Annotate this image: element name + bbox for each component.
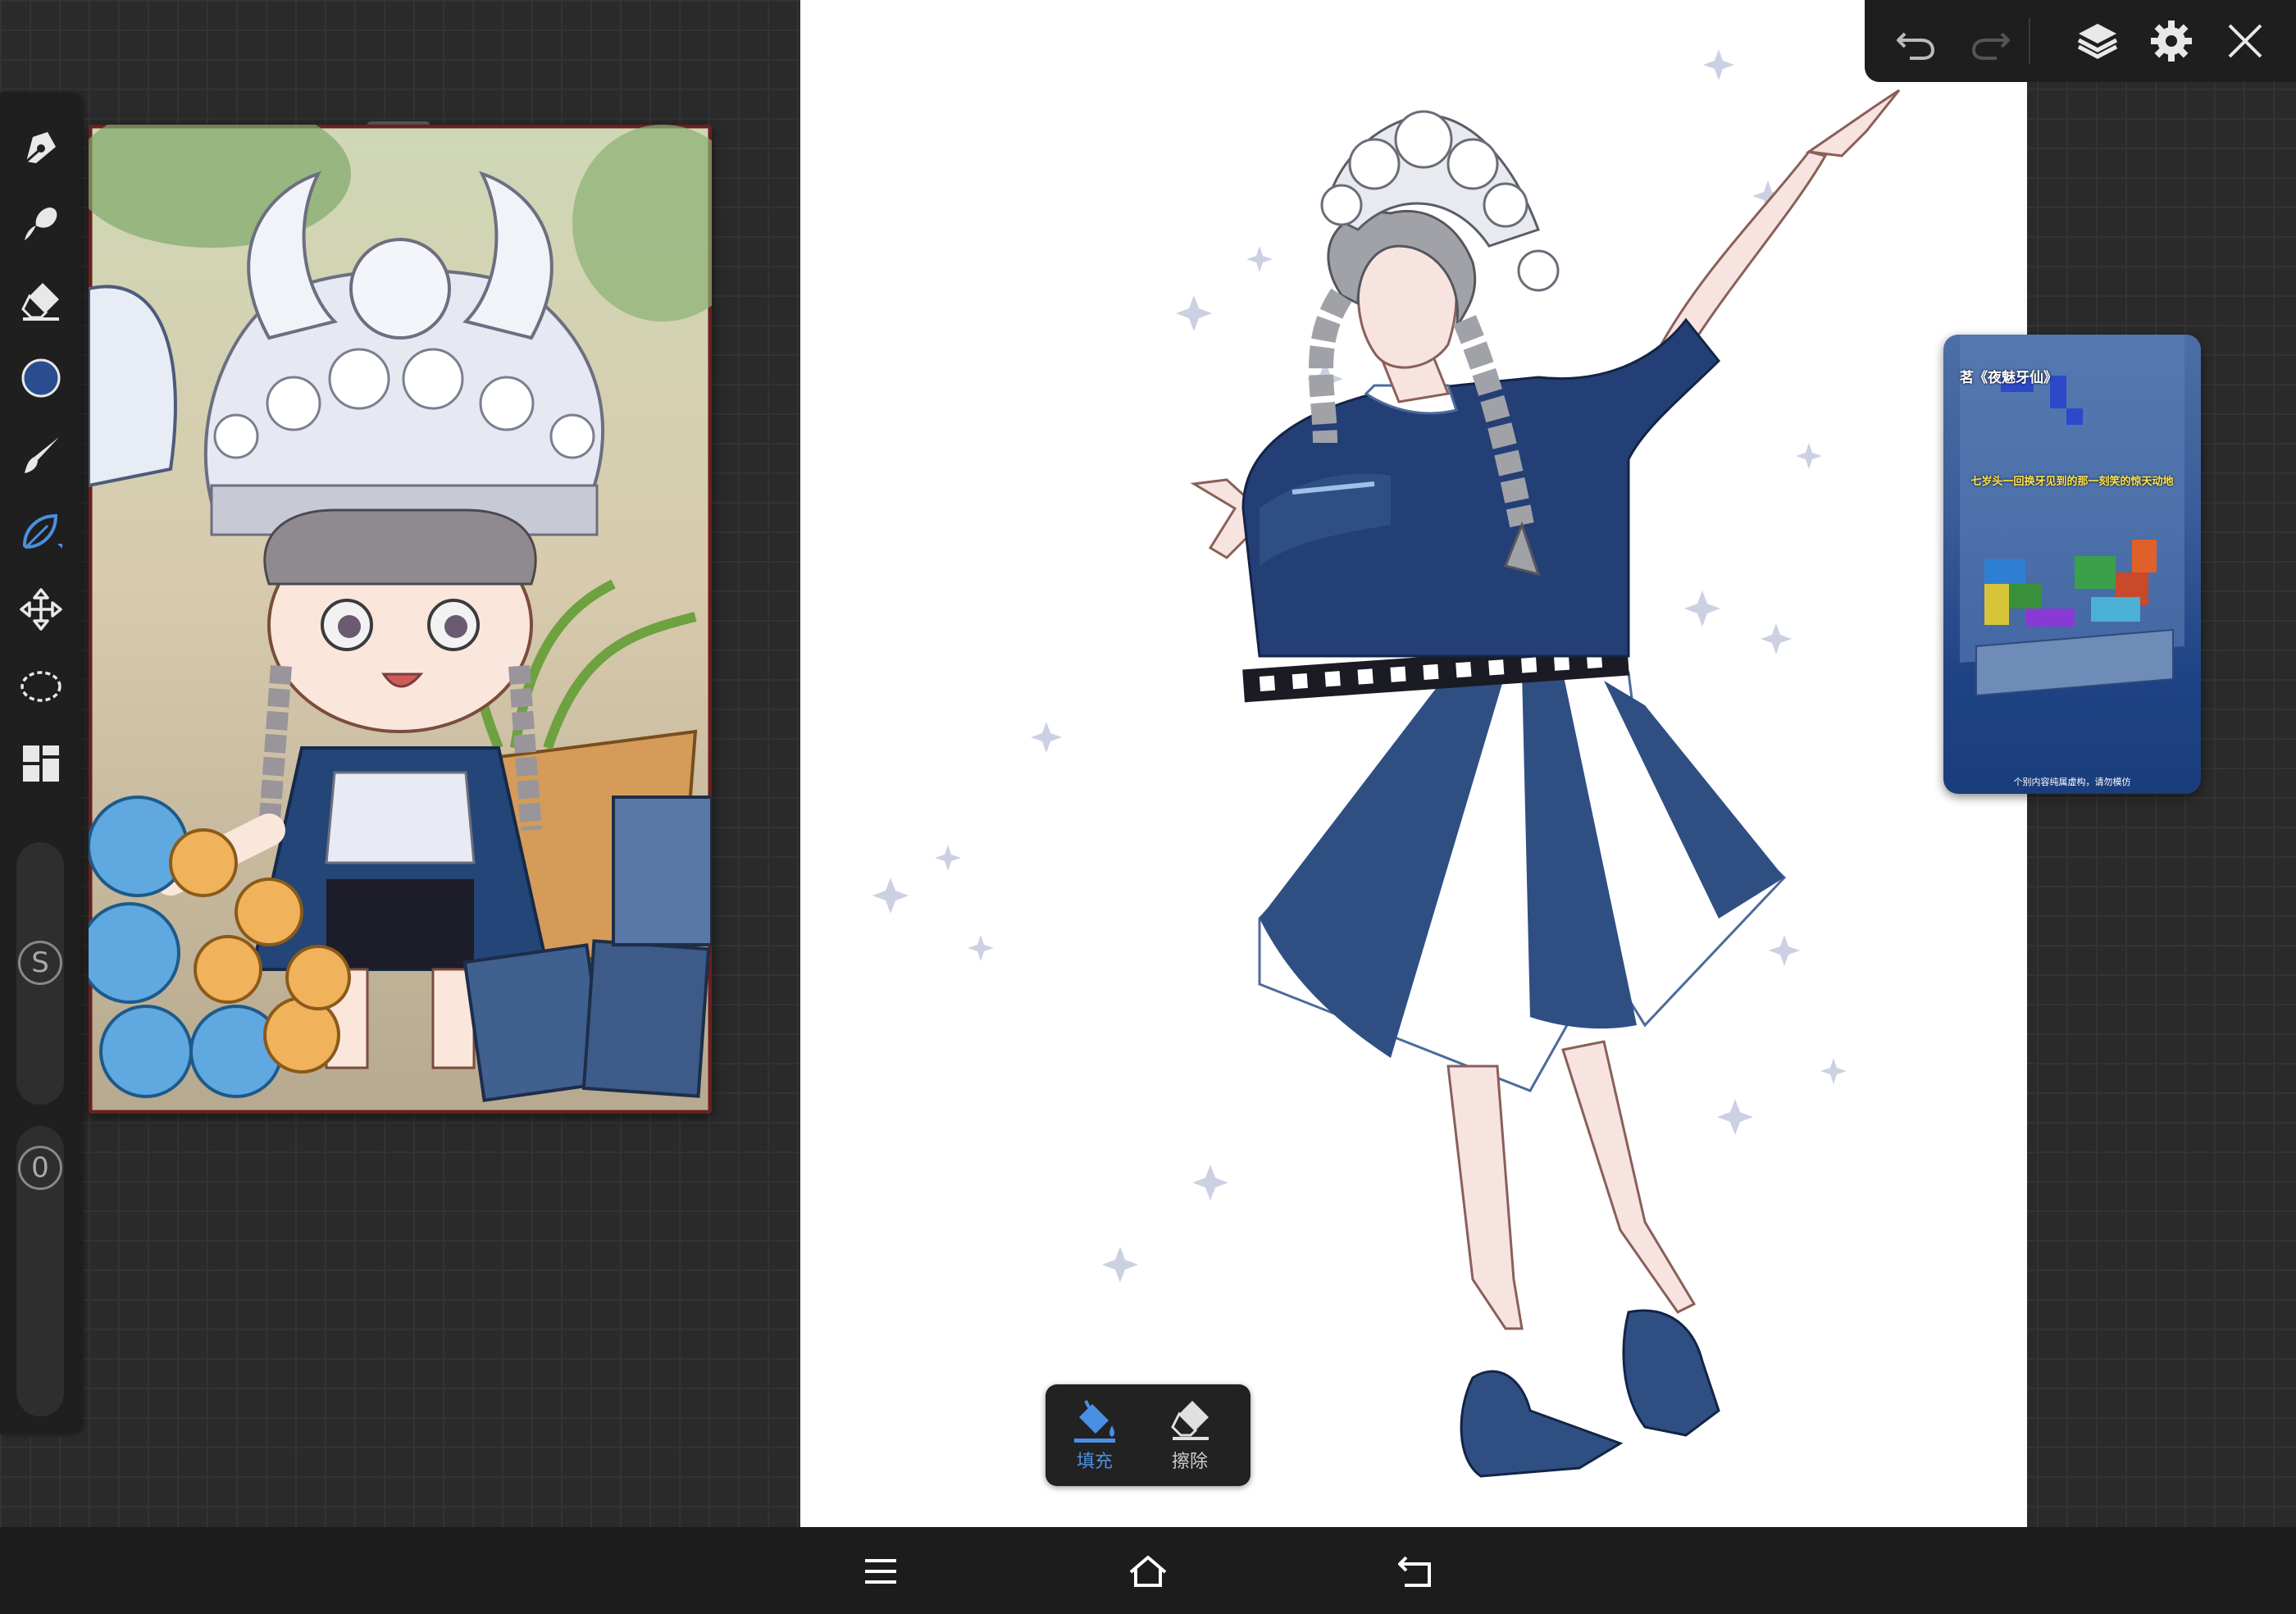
smudge-icon bbox=[25, 207, 57, 240]
pen-icon bbox=[25, 132, 56, 163]
video-thumbnail bbox=[1960, 335, 2184, 697]
drawing-canvas[interactable] bbox=[800, 0, 2027, 1527]
brush-icon bbox=[25, 437, 59, 473]
back-button[interactable] bbox=[1389, 1545, 1442, 1598]
redo-icon bbox=[1971, 32, 2010, 60]
back-icon bbox=[1398, 1556, 1431, 1587]
menu-button[interactable] bbox=[854, 1545, 907, 1598]
opacity-slider-knob[interactable]: 0 bbox=[18, 1146, 62, 1190]
video-title: 茗《夜魅牙仙》 bbox=[1960, 370, 2057, 386]
pen-tool[interactable] bbox=[11, 117, 71, 176]
toolbar-divider bbox=[2029, 18, 2030, 64]
lasso-icon bbox=[20, 671, 61, 702]
home-icon bbox=[1129, 1556, 1167, 1587]
lasso-tool[interactable] bbox=[11, 657, 71, 716]
smudge-tool[interactable] bbox=[11, 194, 71, 253]
floating-video-panel[interactable]: 茗《夜魅牙仙》 七岁头一回换牙见到的那一刻笑的惊天动地 个别内容纯属虚构，请勿模… bbox=[1943, 335, 2201, 794]
reference-illustration bbox=[89, 125, 712, 1114]
fill-tool[interactable] bbox=[11, 503, 71, 562]
menu-icon bbox=[865, 1559, 896, 1584]
color-swatch[interactable] bbox=[11, 349, 71, 408]
system-navigation-bar bbox=[0, 1527, 2296, 1614]
video-caption: 个别内容纯属虚构，请勿模仿 bbox=[2013, 777, 2131, 787]
erase-button[interactable]: 擦除 bbox=[1149, 1396, 1231, 1478]
layers-button[interactable] bbox=[2071, 15, 2124, 67]
close-icon bbox=[2228, 24, 2262, 58]
fill-label: 填充 bbox=[1076, 1452, 1113, 1472]
fill-mode-toolbar: 填充 擦除 bbox=[1046, 1384, 1250, 1486]
fill-leaf-icon bbox=[22, 513, 62, 549]
color-circle-icon bbox=[21, 358, 61, 398]
grid-icon bbox=[23, 745, 59, 782]
settings-button[interactable] bbox=[2145, 15, 2198, 67]
eraser-tool[interactable] bbox=[11, 271, 71, 331]
move-arrows-icon bbox=[20, 588, 62, 631]
eraser-icon bbox=[21, 283, 59, 321]
video-subtitle: 七岁头一回换牙见到的那一刻笑的惊天动地 bbox=[1970, 476, 2174, 488]
undo-button[interactable] bbox=[1889, 15, 1942, 67]
left-toolbar: S 0 bbox=[0, 93, 82, 1434]
eraser-icon bbox=[1171, 1401, 1209, 1440]
close-button[interactable] bbox=[2219, 15, 2271, 67]
fill-bucket-icon bbox=[1074, 1400, 1115, 1443]
size-slider-knob[interactable]: S bbox=[18, 941, 62, 985]
transform-tool[interactable] bbox=[11, 580, 71, 639]
redo-button[interactable] bbox=[1965, 15, 2017, 67]
main-artwork bbox=[872, 49, 1901, 1478]
top-toolbar bbox=[1865, 0, 2296, 82]
gear-icon bbox=[2151, 21, 2192, 62]
erase-label: 擦除 bbox=[1171, 1452, 1208, 1472]
brush-tool[interactable] bbox=[11, 426, 71, 485]
layers-icon bbox=[2077, 24, 2118, 59]
fill-button[interactable]: 填充 bbox=[1054, 1396, 1136, 1478]
layer-grid-tool[interactable] bbox=[11, 734, 71, 793]
reference-image-window[interactable] bbox=[89, 125, 712, 1114]
undo-icon bbox=[1897, 32, 1935, 60]
home-button[interactable] bbox=[1122, 1545, 1174, 1598]
